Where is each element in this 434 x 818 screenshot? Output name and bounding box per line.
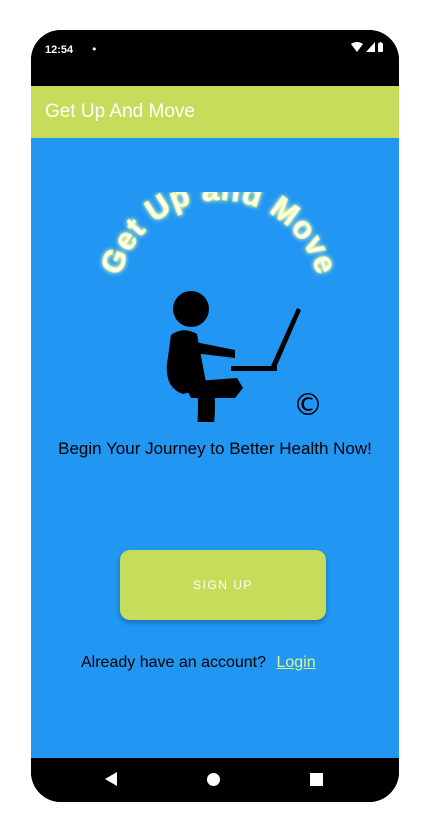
wifi-icon	[351, 42, 363, 52]
home-icon[interactable]	[207, 773, 220, 786]
person-laptop-illustration	[166, 291, 301, 422]
status-icons	[351, 42, 383, 52]
login-link[interactable]: Login	[276, 654, 315, 671]
navigation-bar	[31, 758, 399, 802]
phone-frame: 12:54 • Get Up And Move Get Up d Move © …	[31, 30, 399, 802]
login-prompt-text: Already have an account?	[81, 654, 267, 671]
logo-text: Get Up and Move	[93, 192, 344, 279]
copyright-symbol: ©	[293, 388, 323, 422]
app-title: Get Up And Move	[45, 101, 195, 122]
sign-up-button[interactable]: SIGN UP	[120, 550, 326, 620]
status-bar: 12:54 •	[31, 30, 399, 86]
notification-dot: •	[91, 43, 98, 56]
back-icon[interactable]	[105, 772, 117, 786]
status-time: 12:54	[45, 44, 74, 56]
battery-icon	[378, 42, 383, 52]
login-prompt-row: Already have an account? Login	[81, 654, 381, 672]
app-logo: Get Up and Move ©	[93, 192, 344, 422]
tagline: Begin Your Journey to Better Health Now!	[58, 439, 372, 458]
app-bar: Get Up And Move	[31, 86, 399, 138]
signal-icon	[366, 42, 375, 52]
main-content: Get Up and Move © Begin Your Journey to …	[31, 138, 399, 758]
recent-apps-icon[interactable]	[310, 773, 323, 786]
